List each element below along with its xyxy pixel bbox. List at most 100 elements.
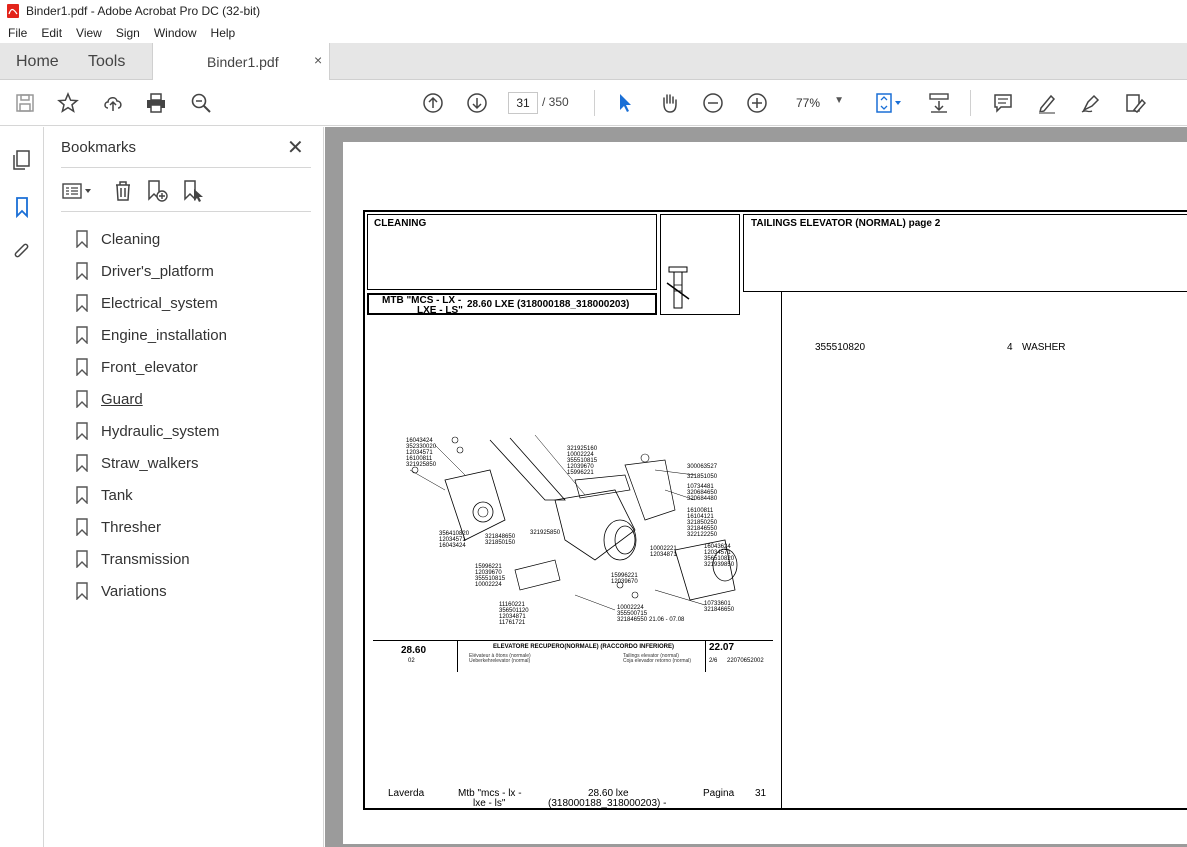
bookmark-item-tank[interactable]: Tank [75,479,227,511]
menu-sign[interactable]: Sign [116,26,140,40]
bookmark-label: Engine_installation [101,326,227,344]
zoom-out-icon[interactable] [700,90,726,116]
new-bookmark-icon[interactable] [145,179,169,203]
bookmark-label: Electrical_system [101,294,218,312]
bookmark-item-electrical-system[interactable]: Electrical_system [75,287,227,319]
footer-page-number: 31 [755,788,767,799]
bookmark-icon [76,486,88,504]
select-cursor-icon[interactable] [612,90,638,116]
bookmark-icon [76,294,88,312]
upload-cloud-icon[interactable] [100,90,126,116]
bookmark-item-drivers-platform[interactable]: Driver's_platform [75,255,227,287]
bookmark-item-thresher[interactable]: Thresher [75,511,227,543]
zoom-level-select[interactable]: 77% ▼ [786,92,850,114]
menu-view[interactable]: View [76,26,102,40]
bookmark-item-transmission[interactable]: Transmission [75,543,227,575]
bookmark-item-front-elevator[interactable]: Front_elevator [75,351,227,383]
page-frame: CLEANING MTB "MCS - LX - LXE - LS" 28.60… [363,210,1187,810]
model-line-2: LXE - LS" [417,305,463,316]
tab-home[interactable]: Home [16,43,59,80]
callouts-center: 10002221 12034871 [650,546,677,558]
menu-file[interactable]: File [8,26,27,40]
window-title: Binder1.pdf - Adobe Acrobat Pro DC (32-b… [26,4,261,18]
footer-model-line-2: lxe - ls" [473,798,506,809]
page-thumbnails-icon[interactable] [11,149,33,171]
scroll-mode-icon[interactable] [926,90,952,116]
menu-window[interactable]: Window [154,26,197,40]
bookmarks-toolbar [61,179,311,203]
highlight-pen-icon[interactable] [1034,90,1060,116]
callouts-lower-mid: 15996221 12039670 355510815 10002224 [475,564,505,588]
callouts-far-right-2: 10733601 321846650 [704,601,734,613]
part-number: 355510820 [815,342,866,353]
bookmarks-panel-icon[interactable] [11,196,33,218]
attachments-paperclip-icon[interactable] [11,241,33,263]
fit-page-icon[interactable] [870,90,906,116]
part-quantity: 4 [1007,342,1013,353]
zoom-in-icon[interactable] [744,90,770,116]
sign-pen-icon[interactable] [1078,90,1104,116]
menu-bar: File Edit View Sign Window Help [0,22,1187,43]
menu-edit[interactable]: Edit [41,26,62,40]
footer-code-line-2: (318000188_318000203) - [548,798,667,809]
comment-icon[interactable] [990,90,1016,116]
callout: 12039670 [611,579,638,585]
fill-sign-icon[interactable] [1122,90,1148,116]
callouts-lower-left-2: 321848650 321850150 [485,534,515,546]
title-block-divider [705,640,706,672]
callout: 321850150 [485,540,516,546]
previous-page-icon[interactable] [420,90,446,116]
callout: 11761721 [499,620,526,626]
tab-bar: Home Tools Binder1.pdf × [0,43,1187,81]
drawing-code: 22070652002 [727,658,764,664]
toolbar-divider [970,90,971,116]
callouts-right: 300063527 321851050 10734481 320684650 3… [687,464,717,538]
callouts-left: 16043424 352330020 12034571 16100811 321… [406,438,436,468]
zoom-search-icon[interactable] [188,90,214,116]
page-heading: TAILINGS ELEVATOR (NORMAL) page 2 [751,218,941,229]
tab-document-label: Binder1.pdf [207,54,279,70]
model-code: 28.60 LXE (318000188_318000203) [467,299,630,310]
callouts-mid-top: 321925160 10002224 355510815 12039670 15… [567,446,597,476]
callout: 15996221 [567,470,594,476]
drawing-model: 28.60 [401,645,427,656]
chevron-down-icon: ▼ [834,95,844,106]
save-icon[interactable] [12,90,38,116]
page-number-input[interactable]: 31 [508,92,538,114]
hand-tool-icon[interactable] [656,90,682,116]
window-titlebar: Binder1.pdf - Adobe Acrobat Pro DC (32-b… [0,0,1187,22]
bookmark-item-straw-walkers[interactable]: Straw_walkers [75,447,227,479]
drawing-title: ELEVATORE RECUPERO(NORMALE) (RACCORDO IN… [493,644,675,650]
bookmark-item-engine-installation[interactable]: Engine_installation [75,319,227,351]
bookmark-item-guard[interactable]: Guard [75,383,227,415]
callout: 320684480 [687,496,718,502]
options-menu-icon[interactable] [61,179,95,203]
menu-help[interactable]: Help [211,26,236,40]
close-icon[interactable]: ✕ [287,135,304,160]
bookmark-search-icon[interactable] [181,179,205,203]
callout: 12034871 [650,552,677,558]
bookmark-icon [76,358,88,376]
tab-document[interactable]: Binder1.pdf × [152,43,330,81]
tab-close-icon[interactable]: × [314,52,322,68]
tab-tools[interactable]: Tools [88,43,125,80]
callout: 321925850 [406,462,437,468]
bookmarks-list: Cleaning Driver's_platform Electrical_sy… [75,223,227,607]
callouts-far-right: 16043624 12034571 356510820 321939850 [704,544,734,568]
bookmark-icon [76,582,88,600]
bookmark-item-cleaning[interactable]: Cleaning [75,223,227,255]
bookmark-star-icon[interactable] [55,90,81,116]
drawing-date: 21.06 - 07.08 [649,617,685,623]
next-page-icon[interactable] [464,90,490,116]
print-icon[interactable] [143,90,169,116]
callout: 321851050 [687,474,718,480]
document-viewport[interactable]: CLEANING MTB "MCS - LX - LXE - LS" 28.60… [325,127,1187,847]
page-total: / 350 [542,95,569,109]
bookmark-item-hydraulic-system[interactable]: Hydraulic_system [75,415,227,447]
bookmark-label: Straw_walkers [101,454,199,472]
heading-box: TAILINGS ELEVATOR (NORMAL) page 2 [743,214,1187,292]
bookmark-item-variations[interactable]: Variations [75,575,227,607]
footer-page-label: Pagina [703,788,735,799]
delete-trash-icon[interactable] [111,179,135,203]
bookmark-icon [76,230,88,248]
